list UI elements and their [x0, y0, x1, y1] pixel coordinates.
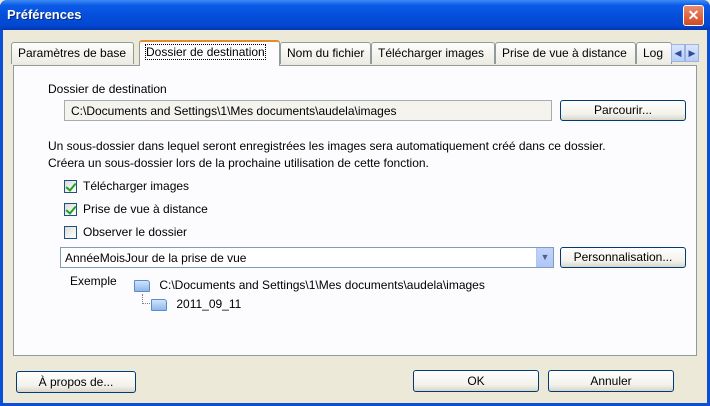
- tab-label: Dossier de destination: [145, 44, 266, 60]
- example-label: Exemple: [70, 274, 117, 288]
- info-line-1: Un sous-dossier dans lequel seront enreg…: [48, 139, 606, 153]
- title-bar[interactable]: Préférences ✕: [0, 0, 710, 30]
- tab-remote-shooting[interactable]: Prise de vue à distance: [495, 42, 636, 64]
- cancel-button[interactable]: Annuler: [548, 370, 674, 392]
- remote-shooting-label: Prise de vue à distance: [83, 202, 208, 216]
- close-icon: ✕: [687, 7, 700, 23]
- customize-button[interactable]: Personnalisation...: [560, 247, 686, 268]
- tab-label: Nom du fichier: [287, 46, 365, 60]
- subfolder-format-select[interactable]: AnnéeMoisJour de la prise de vue ▼: [60, 247, 554, 268]
- download-images-checkbox[interactable]: Télécharger images: [64, 179, 189, 193]
- chevron-down-icon[interactable]: ▼: [536, 248, 553, 267]
- tab-log[interactable]: Log: [636, 42, 672, 64]
- preferences-window: Préférences ✕ Paramètres de base Dossier…: [0, 0, 710, 406]
- folder-icon: [134, 279, 150, 292]
- info-line-2: Créera un sous-dossier lors de la procha…: [48, 156, 429, 170]
- browse-button[interactable]: Parcourir...: [560, 100, 686, 121]
- destination-path-field: C:\Documents and Settings\1\Mes document…: [64, 100, 552, 121]
- tab-download-images[interactable]: Télécharger images: [371, 42, 495, 64]
- watch-folder-label: Observer le dossier: [83, 225, 188, 239]
- example-child-row: 2011_09_11: [151, 297, 241, 311]
- tab-scroll-left-button[interactable]: ◀: [671, 44, 685, 62]
- chevron-left-icon: ◀: [674, 48, 682, 58]
- tab-file-name[interactable]: Nom du fichier: [280, 42, 371, 64]
- download-images-label: Télécharger images: [83, 179, 190, 193]
- tab-label: Télécharger images: [378, 46, 485, 60]
- checkbox-unchecked-icon: [64, 225, 77, 239]
- folder-icon: [151, 298, 167, 311]
- subfolder-format-value: AnnéeMoisJour de la prise de vue: [65, 251, 247, 265]
- tree-connector: [142, 294, 150, 304]
- tab-label: Prise de vue à distance: [502, 46, 627, 60]
- window-title: Préférences: [7, 7, 82, 22]
- tab-scroller: ◀ ▶: [671, 44, 699, 62]
- tab-label: Paramètres de base: [18, 46, 127, 60]
- tab-destination-folder[interactable]: Dossier de destination: [139, 40, 280, 66]
- checkbox-checked-icon: [64, 179, 77, 193]
- example-root-row: C:\Documents and Settings\1\Mes document…: [134, 278, 485, 292]
- dialog-body: Paramètres de base Dossier de destinatio…: [3, 30, 707, 403]
- remote-shooting-checkbox[interactable]: Prise de vue à distance: [64, 202, 208, 216]
- tab-label: Log: [643, 46, 664, 60]
- tab-basic-settings[interactable]: Paramètres de base: [11, 42, 134, 64]
- tab-scroll-right-button[interactable]: ▶: [685, 44, 699, 62]
- close-button[interactable]: ✕: [683, 5, 704, 26]
- chevron-right-icon: ▶: [688, 48, 696, 58]
- ok-button[interactable]: OK: [413, 370, 539, 392]
- example-root-path: C:\Documents and Settings\1\Mes document…: [159, 278, 485, 292]
- about-button[interactable]: À propos de...: [16, 371, 136, 393]
- tab-panel: Dossier de destination C:\Documents and …: [13, 65, 697, 356]
- checkbox-checked-icon: [64, 202, 77, 216]
- watch-folder-checkbox[interactable]: Observer le dossier: [64, 225, 187, 239]
- example-child-folder: 2011_09_11: [176, 297, 242, 311]
- destination-group-label: Dossier de destination: [48, 82, 167, 96]
